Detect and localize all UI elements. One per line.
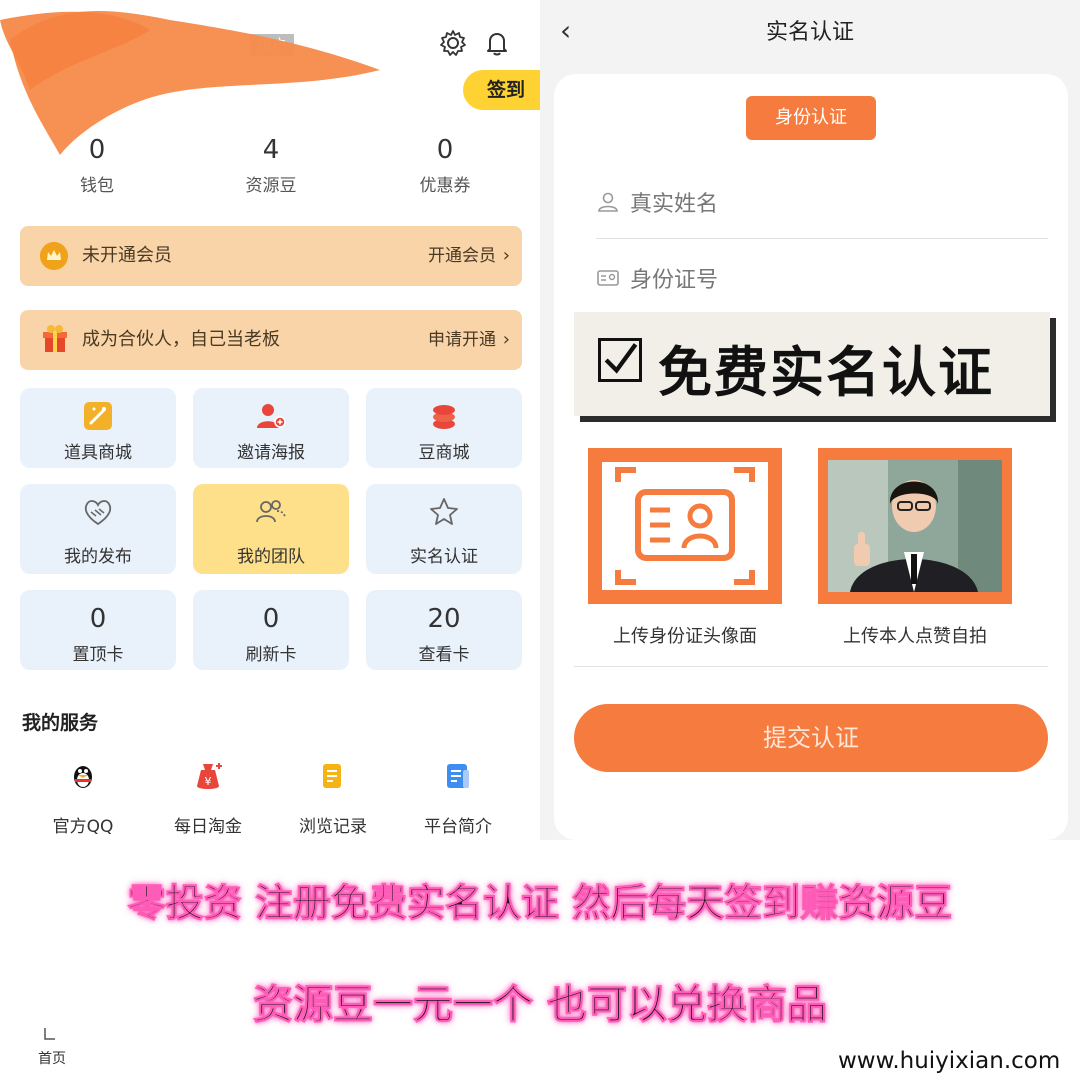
apply-partner-link[interactable]: 申请开通 [428, 310, 496, 370]
tile-bean-store[interactable]: 豆商城 [366, 388, 522, 468]
nav-home-label[interactable]: 首页 [38, 1048, 66, 1068]
card-value: 0 [89, 604, 107, 634]
home-icon[interactable] [42, 1026, 58, 1042]
service-label: 每日淘金 [174, 817, 242, 837]
card-pin[interactable]: 0 置顶卡 [20, 590, 176, 670]
tile-my-team[interactable]: 我的团队 [193, 484, 349, 574]
beans-label: 资源豆 [245, 176, 297, 196]
chevron-left-icon[interactable]: ‹ [560, 14, 571, 47]
id-number-field[interactable]: 身份证号 [596, 242, 1048, 314]
gift-icon [43, 325, 67, 352]
svg-text:¥: ¥ [205, 775, 212, 788]
caption-line-1: 零投资 注册免费实名认证 然后每天签到赚资源豆 [127, 881, 953, 926]
info-card-icon [447, 764, 469, 788]
card-label: 查看卡 [418, 645, 470, 665]
promo-text: 免费实名认证 [658, 341, 994, 404]
real-name-placeholder: 真实姓名 [630, 192, 719, 217]
beans-stat[interactable]: 4 资源豆 [196, 135, 346, 196]
star-icon [430, 498, 458, 525]
tile-prop-store[interactable]: 道具商城 [20, 388, 176, 468]
page-title: 实名认证 [765, 20, 854, 45]
gear-icon[interactable] [438, 28, 468, 58]
id-card-icon [597, 270, 619, 286]
tile-label: 我的团队 [237, 547, 305, 567]
beans-value: 4 [262, 135, 280, 165]
upload-selfie-button[interactable] [818, 448, 1012, 604]
card-label: 刷新卡 [245, 645, 297, 665]
tile-label: 道具商城 [64, 443, 132, 463]
membership-text: 未开通会员 [82, 245, 172, 266]
wallet-label: 钱包 [80, 176, 114, 196]
coin-stack-icon [433, 405, 455, 429]
upload-selfie-label: 上传本人点赞自拍 [843, 626, 987, 647]
tile-label: 邀请海报 [237, 443, 305, 463]
add-user-icon [257, 404, 286, 428]
free-verification-banner: 免费实名认证 [574, 312, 1050, 416]
service-daily-gold[interactable]: ¥ 每日淘金 [153, 760, 263, 837]
wallet-stat[interactable]: 0 钱包 [22, 135, 172, 196]
chevron-right-icon: › [502, 245, 510, 266]
caption-line-2: 资源豆一元一个 也可以兑换商品 [253, 982, 828, 1029]
checkbox-checked-icon [598, 338, 642, 382]
services-title: 我的服务 [22, 712, 99, 734]
partner-banner[interactable]: 成为合伙人，自己当老板 申请开通 › [20, 310, 522, 370]
submit-verification-button[interactable]: 提交认证 [574, 704, 1048, 772]
chevron-right-icon: › [502, 329, 510, 350]
bell-icon[interactable] [482, 28, 512, 58]
card-value: 0 [262, 604, 280, 634]
crown-icon [40, 242, 68, 270]
card-refresh[interactable]: 0 刷新卡 [193, 590, 349, 670]
magic-wand-icon [84, 402, 112, 430]
service-qq[interactable]: 官方QQ [28, 760, 138, 837]
id-number-placeholder: 身份证号 [630, 268, 719, 293]
service-label: 官方QQ [52, 817, 114, 837]
money-bag-icon: ¥ [197, 763, 222, 789]
partner-text: 成为合伙人，自己当老板 [82, 329, 280, 350]
card-value: 20 [427, 604, 461, 634]
team-icon [256, 500, 286, 523]
card-view[interactable]: 20 查看卡 [366, 590, 522, 670]
service-label: 平台简介 [424, 817, 492, 837]
service-about[interactable]: 平台简介 [403, 760, 513, 837]
divider [574, 666, 1048, 667]
document-icon [323, 764, 341, 788]
handshake-heart-icon [84, 500, 112, 526]
card-label: 置顶卡 [72, 645, 124, 665]
tile-label: 豆商城 [418, 443, 470, 463]
upload-id-label: 上传身份证头像面 [613, 626, 757, 647]
qq-penguin-icon [74, 766, 92, 788]
coupon-stat[interactable]: 0 优惠券 [370, 135, 520, 196]
tile-my-posts[interactable]: 我的发布 [20, 484, 176, 574]
tile-invite-poster[interactable]: 邀请海报 [193, 388, 349, 468]
real-name-field[interactable]: 真实姓名 [596, 166, 1048, 239]
tile-real-name[interactable]: 实名认证 [366, 484, 522, 574]
service-label: 浏览记录 [299, 817, 367, 837]
wallet-value: 0 [88, 135, 106, 165]
user-icon [598, 192, 618, 212]
open-membership-link[interactable]: 开通会员 [428, 226, 496, 286]
identity-verification-tab[interactable]: 身份认证 [746, 96, 876, 140]
coupon-value: 0 [436, 135, 454, 165]
coupon-label: 优惠券 [419, 176, 471, 196]
membership-banner[interactable]: 未开通会员 开通会员 › [20, 226, 522, 286]
tile-label: 实名认证 [410, 547, 478, 567]
tile-label: 我的发布 [64, 547, 132, 567]
service-history[interactable]: 浏览记录 [278, 760, 388, 837]
website-watermark: www.huiyixian.com [838, 1048, 1061, 1074]
upload-id-card-button[interactable] [588, 448, 782, 604]
